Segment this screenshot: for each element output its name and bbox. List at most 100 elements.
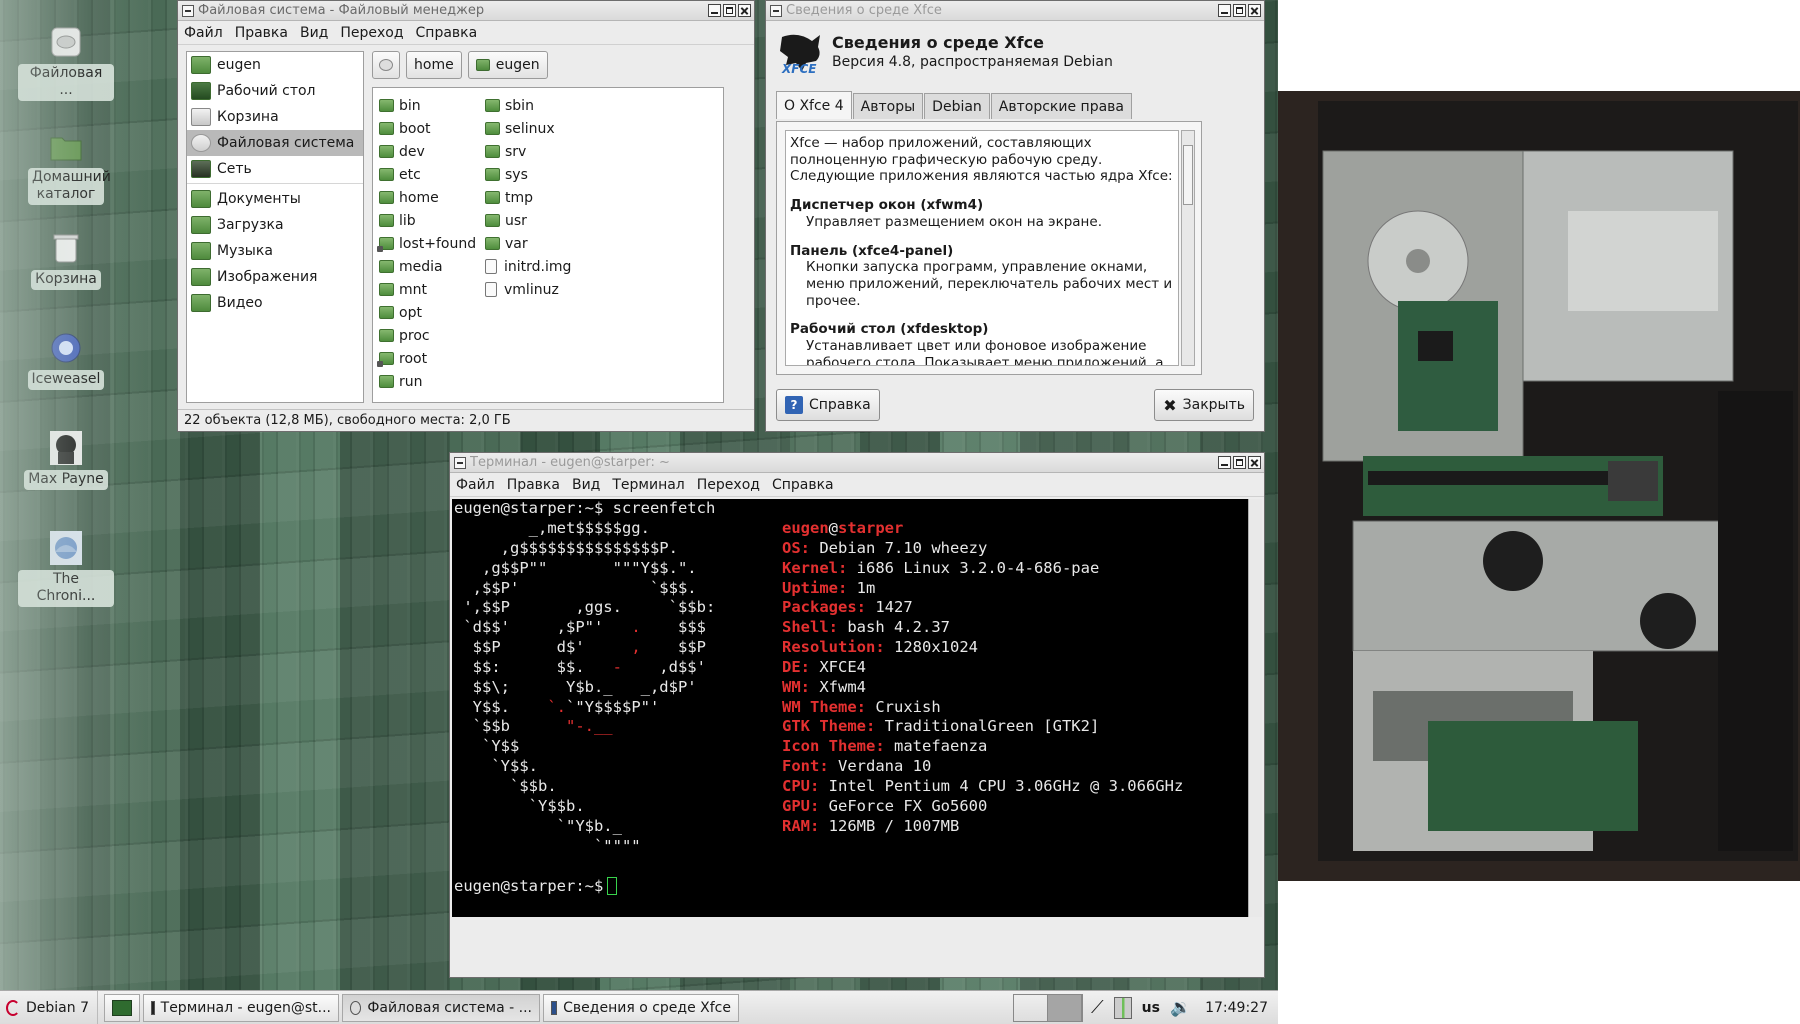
- tab-authors[interactable]: Авторы: [852, 93, 924, 119]
- tab-debian[interactable]: Debian: [924, 93, 990, 119]
- menu-help[interactable]: Справка: [772, 477, 834, 493]
- workspace-2[interactable]: [1048, 994, 1083, 1021]
- network-icon: [191, 160, 211, 178]
- desktop-icon-chronicles[interactable]: The Chroni...: [18, 530, 114, 607]
- tab-copyright[interactable]: Авторские права: [990, 93, 1132, 119]
- close-dialog-button[interactable]: ✖ Закрыть: [1154, 389, 1254, 421]
- file-item[interactable]: vmlinuz: [485, 278, 571, 301]
- menu-view[interactable]: Вид: [572, 477, 600, 493]
- desktop-icon-trash[interactable]: Корзина: [18, 230, 114, 290]
- maximize-button[interactable]: [1233, 456, 1246, 469]
- sidebar-item-documents[interactable]: Документы: [187, 186, 363, 212]
- maximize-button[interactable]: [723, 4, 736, 17]
- menu-edit[interactable]: Правка: [507, 477, 560, 493]
- ascii-line: ,$$P' `$$$.: [454, 578, 697, 597]
- file-item[interactable]: opt: [379, 301, 476, 324]
- file-item[interactable]: etc: [379, 163, 476, 186]
- task-button-about-xfce[interactable]: Сведения о среде Xfce: [542, 993, 739, 1022]
- terminal-output[interactable]: eugen@starper:~$ screenfetch _,met$$$$$g…: [452, 499, 1250, 917]
- volume-icon[interactable]: 🔉: [1170, 998, 1191, 1018]
- file-item[interactable]: lost+found: [377, 232, 476, 255]
- file-item[interactable]: srv: [485, 140, 571, 163]
- menu-edit[interactable]: Правка: [235, 25, 288, 41]
- file-item[interactable]: boot: [379, 117, 476, 140]
- sidebar-item-downloads[interactable]: Загрузка: [187, 212, 363, 238]
- file-item[interactable]: run: [379, 370, 476, 393]
- terminal-titlebar[interactable]: Терминал - eugen@starper: ~: [450, 453, 1264, 473]
- file-item[interactable]: usr: [485, 209, 571, 232]
- file-item[interactable]: root: [377, 347, 476, 370]
- desktop-icon-iceweasel[interactable]: Iceweasel: [18, 330, 114, 390]
- keyboard-layout-indicator[interactable]: us: [1142, 1000, 1160, 1016]
- info-value: matefaenza: [894, 737, 988, 756]
- file-item[interactable]: bin: [379, 94, 476, 117]
- menu-file[interactable]: Файл: [456, 477, 495, 493]
- menu-terminal[interactable]: Терминал: [612, 477, 684, 493]
- tab-about-xfce[interactable]: О Xfce 4: [776, 91, 852, 119]
- file-name: selinux: [505, 120, 555, 137]
- path-root-button[interactable]: [372, 51, 400, 79]
- menu-go[interactable]: Переход: [697, 477, 760, 493]
- downloads-icon: [191, 216, 211, 234]
- file-item[interactable]: selinux: [485, 117, 571, 140]
- file-item[interactable]: mnt: [379, 278, 476, 301]
- window-menu-button[interactable]: [454, 456, 466, 469]
- clock[interactable]: 17:49:27: [1201, 1000, 1272, 1016]
- applications-menu-button[interactable]: Debian 7: [0, 991, 98, 1024]
- maximize-button[interactable]: [1233, 4, 1246, 17]
- file-item[interactable]: home: [379, 186, 476, 209]
- scrollbar-thumb[interactable]: [1183, 145, 1193, 205]
- file-item[interactable]: sys: [485, 163, 571, 186]
- file-item[interactable]: initrd.img: [485, 255, 571, 278]
- window-menu-button[interactable]: [770, 4, 782, 17]
- section-heading: Диспетчер окон (xfwm4): [790, 197, 984, 214]
- desktop-icon-filesystem[interactable]: Файловая ...: [18, 24, 114, 101]
- window-menu-button[interactable]: [182, 4, 194, 17]
- about-scrollbar[interactable]: [1181, 130, 1195, 366]
- sidebar-item-video[interactable]: Видео: [187, 290, 363, 316]
- menu-view[interactable]: Вид: [300, 25, 328, 41]
- folder-icon: [379, 145, 394, 158]
- menu-go[interactable]: Переход: [340, 25, 403, 41]
- close-button[interactable]: [1248, 4, 1261, 17]
- battery-icon[interactable]: [1113, 996, 1132, 1019]
- file-item[interactable]: proc: [379, 324, 476, 347]
- desktop-icon-max-payne[interactable]: Max Payne: [18, 430, 114, 490]
- file-item[interactable]: media: [379, 255, 476, 278]
- show-desktop-button[interactable]: [103, 993, 140, 1022]
- sidebar-item-trash[interactable]: Корзина: [187, 104, 363, 130]
- network-icon[interactable]: ⟋: [1091, 997, 1104, 1018]
- file-item[interactable]: lib: [379, 209, 476, 232]
- file-item[interactable]: sbin: [485, 94, 571, 117]
- sidebar-item-pictures[interactable]: Изображения: [187, 264, 363, 290]
- folder-icon: [485, 99, 500, 112]
- task-button-file-manager[interactable]: Файловая система - ...: [341, 993, 540, 1022]
- file-item[interactable]: var: [485, 232, 571, 255]
- svg-text:XFCE: XFCE: [781, 62, 817, 75]
- close-button[interactable]: [738, 4, 751, 17]
- minimize-button[interactable]: [1218, 456, 1231, 469]
- workspace-switcher[interactable]: [1013, 993, 1084, 1022]
- minimize-button[interactable]: [1218, 4, 1231, 17]
- sidebar-item-eugen[interactable]: eugen: [187, 52, 363, 78]
- menu-help[interactable]: Справка: [416, 25, 478, 41]
- close-button[interactable]: [1248, 456, 1261, 469]
- about-titlebar[interactable]: Сведения о среде Xfce: [766, 1, 1264, 21]
- sidebar-item-desktop[interactable]: Рабочий стол: [187, 78, 363, 104]
- sidebar-item-music[interactable]: Музыка: [187, 238, 363, 264]
- tab-panel: Xfce — набор приложений, составляющих по…: [776, 121, 1202, 375]
- task-button-terminal[interactable]: Терминал - eugen@st...: [142, 993, 339, 1022]
- minimize-button[interactable]: [708, 4, 721, 17]
- sidebar-item-filesystem[interactable]: Файловая система: [187, 130, 363, 156]
- terminal-scrollbar[interactable]: [1248, 499, 1262, 917]
- file-item[interactable]: tmp: [485, 186, 571, 209]
- file-manager-titlebar[interactable]: Файловая система - Файловый менеджер: [178, 1, 754, 21]
- workspace-1[interactable]: [1014, 994, 1049, 1021]
- path-button-home[interactable]: home: [406, 51, 462, 79]
- help-button[interactable]: ? Справка: [776, 389, 880, 421]
- path-button-eugen[interactable]: eugen: [467, 51, 548, 79]
- desktop-icon-home[interactable]: Домашний каталог: [18, 128, 114, 205]
- file-item[interactable]: dev: [379, 140, 476, 163]
- sidebar-item-network[interactable]: Сеть: [187, 156, 363, 182]
- menu-file[interactable]: Файл: [184, 25, 223, 41]
